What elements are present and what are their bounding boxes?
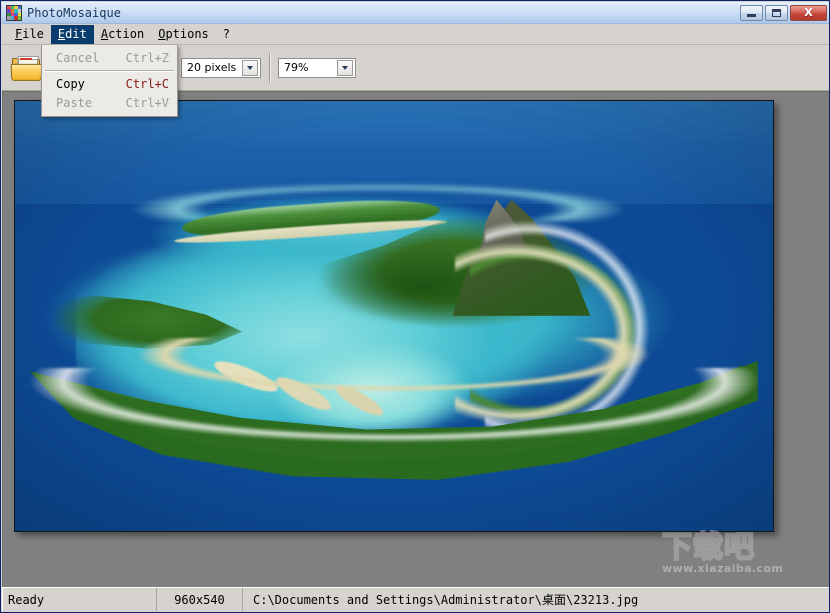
window-title: PhotoMosaique bbox=[27, 6, 121, 20]
status-bar: Ready 960x540 C:\Documents and Settings\… bbox=[2, 587, 830, 611]
window-controls: X bbox=[740, 5, 827, 21]
open-file-button[interactable] bbox=[6, 48, 46, 88]
menu-option-paste-label: Paste bbox=[56, 96, 114, 110]
menu-option-copy-label: Copy bbox=[56, 77, 114, 91]
menu-option-cancel-label: Cancel bbox=[56, 51, 114, 65]
title-bar: PhotoMosaique X bbox=[2, 2, 830, 24]
menu-item-edit[interactable]: Edit bbox=[51, 25, 94, 44]
menu-item-help[interactable]: ? bbox=[216, 25, 237, 44]
image-dimensions: 960x540 bbox=[157, 588, 243, 611]
menu-option-copy[interactable]: Copy Ctrl+C bbox=[42, 74, 177, 93]
menu-option-cancel[interactable]: Cancel Ctrl+Z bbox=[42, 48, 177, 67]
toolbar-separator-2 bbox=[269, 53, 270, 83]
maximize-icon bbox=[772, 9, 781, 17]
menu-option-cancel-accel: Ctrl+Z bbox=[126, 51, 169, 65]
status-text: Ready bbox=[2, 588, 157, 611]
minimize-icon bbox=[747, 14, 756, 17]
menu-item-options[interactable]: Options bbox=[151, 25, 216, 44]
menu-bar: File Edit Action Options ? bbox=[2, 24, 830, 45]
image-canvas[interactable] bbox=[14, 100, 774, 532]
watermark-url: www.xiazaiba.com bbox=[662, 562, 822, 575]
mosaic-grid-icon bbox=[6, 5, 22, 21]
aerial-island-photo bbox=[15, 101, 773, 531]
file-path: C:\Documents and Settings\Administrator\… bbox=[243, 588, 830, 611]
open-folder-icon bbox=[11, 55, 41, 81]
chevron-down-icon[interactable] bbox=[242, 60, 258, 76]
client-area[interactable]: 下载吧 www.xiazaiba.com bbox=[2, 91, 830, 588]
chevron-down-icon[interactable] bbox=[337, 60, 353, 76]
zoom-combobox[interactable]: 79% bbox=[278, 58, 356, 78]
menu-separator bbox=[45, 70, 174, 71]
menu-item-file[interactable]: File bbox=[8, 25, 51, 44]
menu-option-paste-accel: Ctrl+V bbox=[126, 96, 169, 110]
close-icon: X bbox=[804, 7, 812, 18]
watermark-text: 下载吧 bbox=[662, 532, 822, 564]
site-watermark: 下载吧 www.xiazaiba.com bbox=[662, 532, 822, 584]
maximize-button[interactable] bbox=[765, 5, 788, 21]
zoom-value: 79% bbox=[284, 61, 337, 74]
menu-option-paste[interactable]: Paste Ctrl+V bbox=[42, 93, 177, 112]
tile-size-value: 20 pixels bbox=[187, 61, 242, 74]
application-window: PhotoMosaique X File Edit Action Options… bbox=[0, 0, 830, 613]
minimize-button[interactable] bbox=[740, 5, 763, 21]
tile-size-combobox[interactable]: 20 pixels bbox=[181, 58, 261, 78]
menu-item-action[interactable]: Action bbox=[94, 25, 151, 44]
edit-dropdown-menu[interactable]: Cancel Ctrl+Z Copy Ctrl+C Paste Ctrl+V bbox=[41, 45, 178, 117]
menu-option-copy-accel: Ctrl+C bbox=[126, 77, 169, 91]
close-button[interactable]: X bbox=[790, 5, 827, 21]
